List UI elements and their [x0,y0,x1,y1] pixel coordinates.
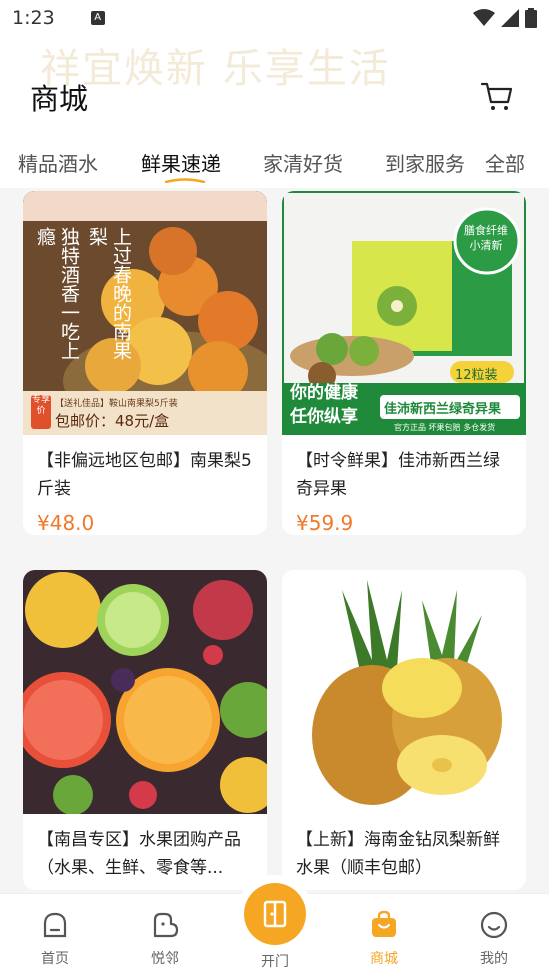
pear-slogan-2: 独特酒香一吃上瘾 [34,227,80,360]
nav-home-label: 首页 [41,951,69,967]
smile-icon [480,911,508,939]
product-price [282,884,526,890]
nav-neighbors[interactable]: 悦邻 [125,910,205,968]
cart-icon[interactable] [479,78,515,114]
product-price [23,884,267,890]
kiwi-tags: 官方正品 坏果包赔 多仓发货 [394,423,496,432]
pineapple-photo [282,570,526,814]
kiwi-badge: 膳食纤维 小清新 [464,224,508,252]
pear-subtitle: 【送礼佳品】鞍山南果梨5斤装 [55,399,178,409]
product-price: ¥59.9 [296,511,354,535]
mixed-fruit-photo [23,570,267,814]
kiwi-slogan: 你的健康 任你纵享 [290,381,378,429]
open-door-button[interactable] [244,883,306,945]
product-card[interactable]: 【南昌专区】水果团购产品（水果、生鲜、零食等... [23,570,267,890]
kiwi-banner: 佳沛新西兰绿奇异果 [384,402,502,417]
product-image [23,570,267,814]
status-time: 1:23 [12,7,55,29]
kiwi-slogan-2: 任你纵享 [290,407,358,427]
open-door-label: 开门 [261,954,289,970]
pear-postage-price: 包邮价：48元/盒 [55,412,170,430]
tab-active-underline [165,178,205,183]
product-grid: 独特酒香一吃上瘾 上过春晚的南果梨 专享价 【送礼佳品】鞍山南果梨5斤装 包邮价… [0,186,549,896]
pear-slogan-1: 上过春晚的南果梨 [86,227,132,360]
category-tabs: 精品酒水 鲜果速递 家清好货 到家服务 全部 [0,140,549,188]
neighbors-icon [153,912,179,938]
product-name: 【上新】海南金钻凤梨新鲜水果（顺丰包邮） [296,830,500,878]
home-icon [43,912,67,938]
product-name: 【非偏远地区包邮】南果梨5斤装 [37,451,252,499]
nav-neighbors-label: 悦邻 [151,951,179,967]
product-card[interactable]: 膳食纤维 小清新 12粒装 你的健康 任你纵享 佳沛新西兰绿奇异果 官方正品 坏… [282,191,526,535]
nav-mall-label: 商城 [370,951,398,967]
header-watermark: 祥宜焕新 乐享生活 [40,46,391,92]
signal-icon [501,9,519,27]
tab-fresh-fruit-label: 鲜果速递 [141,152,221,176]
tab-fresh-fruit[interactable]: 鲜果速递 [141,148,221,183]
notification-icon: A [90,11,105,25]
product-name: 【南昌专区】水果团购产品（水果、生鲜、零食等... [37,830,241,878]
product-card[interactable]: 【上新】海南金钻凤梨新鲜水果（顺丰包邮） [282,570,526,890]
nav-mall[interactable]: 商城 [344,910,424,968]
tab-wine[interactable]: 精品酒水 [18,148,98,177]
product-card[interactable]: 独特酒香一吃上瘾 上过春晚的南果梨 专享价 【送礼佳品】鞍山南果梨5斤装 包邮价… [23,191,267,535]
status-bar: 1:23 A [0,0,549,36]
product-image [282,570,526,814]
header: 祥宜焕新 乐享生活 商城 [0,36,549,156]
tab-household[interactable]: 家清好货 [263,148,343,177]
shopping-bag-icon [372,910,396,937]
battery-icon [525,8,537,28]
nav-mine[interactable]: 我的 [454,910,534,968]
product-image: 独特酒香一吃上瘾 上过春晚的南果梨 专享价 【送礼佳品】鞍山南果梨5斤装 包邮价… [23,191,267,435]
pear-vertical-text: 独特酒香一吃上瘾 上过春晚的南果梨 [33,227,132,377]
tab-home-service[interactable]: 到家服务 [385,148,465,177]
door-icon [263,900,287,928]
kiwi-slogan-1: 你的健康 [290,383,358,403]
product-name: 【时令鲜果】佳沛新西兰绿奇异果 [296,451,500,499]
kiwi-count: 12粒装 [455,368,498,383]
product-price: ¥48.0 [37,511,95,535]
nav-home[interactable]: 首页 [15,910,95,968]
nav-mine-label: 我的 [480,951,508,967]
status-icons [473,8,537,28]
page-title: 商城 [30,82,89,116]
wifi-icon [473,9,495,26]
product-image: 膳食纤维 小清新 12粒装 你的健康 任你纵享 佳沛新西兰绿奇异果 官方正品 坏… [282,191,526,435]
exclusive-price-tag: 专享价 [31,395,51,429]
tab-all[interactable]: 全部 [485,148,525,177]
